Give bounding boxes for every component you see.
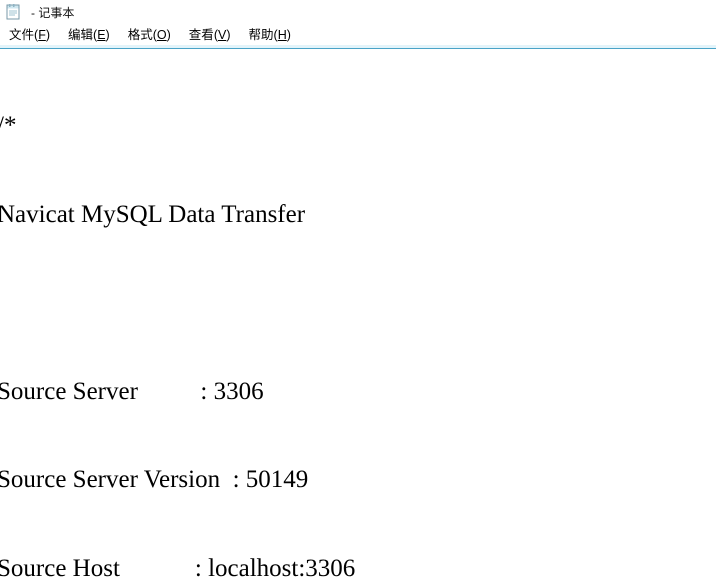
menu-item-format-label: 格式 <box>127 27 153 42</box>
text-editor-area[interactable]: /* Navicat MySQL Data Transfer Source Se… <box>0 49 716 581</box>
doc-line-comment-open: /* <box>0 112 17 139</box>
doc-line-heading: Navicat MySQL Data Transfer <box>0 200 306 228</box>
menu-item-view-accel: V <box>217 27 227 42</box>
menu-item-file-label: 文件 <box>9 27 35 42</box>
menu-item-file-accel: F <box>38 27 46 42</box>
window-title-suffix: - 记事本 <box>31 5 75 20</box>
menu-item-edit[interactable]: 编辑(E) <box>59 25 119 45</box>
menu-item-help[interactable]: 帮助(H) <box>240 25 300 45</box>
menu-item-help-label: 帮助 <box>248 27 274 42</box>
notepad-icon <box>5 4 21 20</box>
menu-item-file[interactable]: 文件(F) <box>0 25 59 45</box>
menu-item-format[interactable]: 格式(O) <box>119 25 180 45</box>
doc-line-source-server: Source Server : 3306 <box>0 377 264 405</box>
menu-item-edit-accel: E <box>97 27 106 42</box>
doc-line-blank-1 <box>0 288 716 318</box>
menu-item-view-label: 查看 <box>188 27 214 42</box>
menu-bar[interactable]: 文件(F) 编辑(E) 格式(O) 查看(V) 帮助(H) <box>0 24 716 45</box>
doc-line-source-server-version: Source Server Version : 50149 <box>0 466 309 493</box>
title-bar[interactable]: - 记事本 <box>0 0 716 24</box>
document-text[interactable]: /* Navicat MySQL Data Transfer Source Se… <box>0 52 716 581</box>
doc-line-source-host: Source Host : localhost:3306 <box>0 554 356 582</box>
menu-item-help-accel: H <box>277 27 287 42</box>
menu-item-edit-label: 编辑 <box>68 27 94 42</box>
menu-item-view[interactable]: 查看(V) <box>180 25 240 45</box>
menu-item-format-accel: O <box>156 27 167 42</box>
